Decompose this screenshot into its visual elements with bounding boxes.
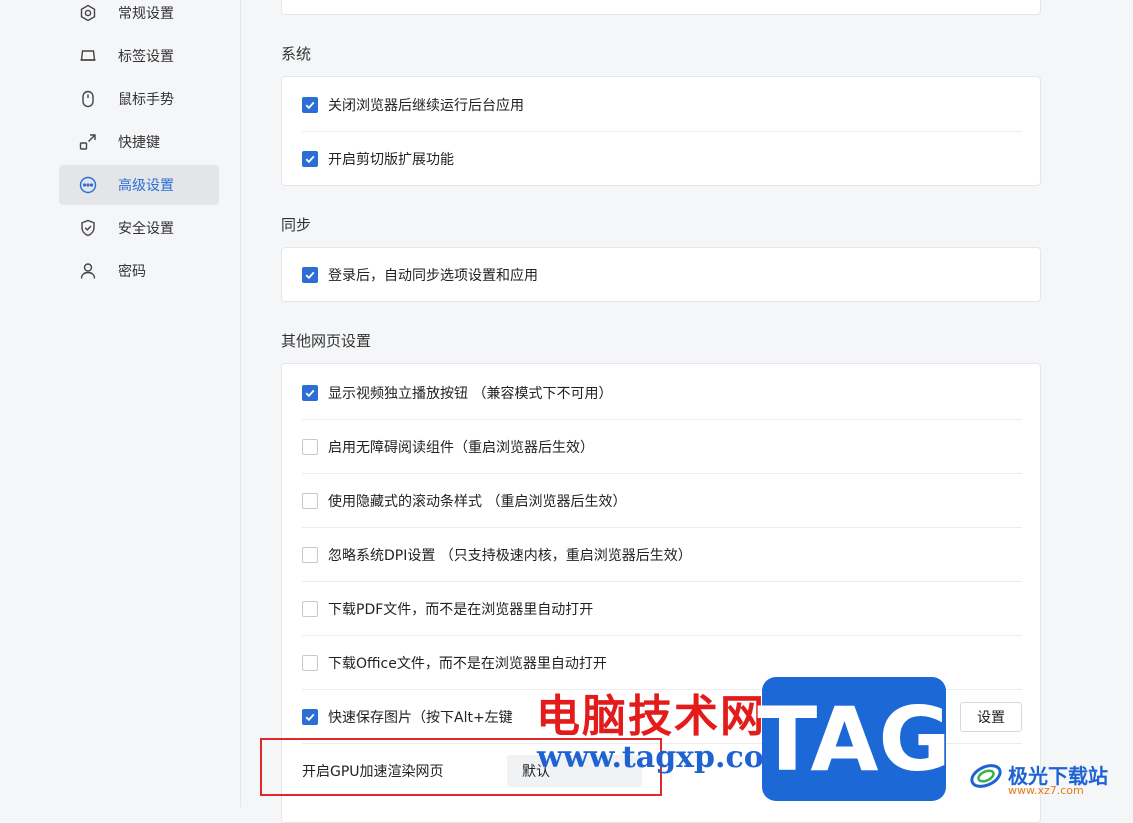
checkbox[interactable] <box>302 600 318 617</box>
aurora-logo-icon <box>970 764 1002 788</box>
sidebar-item-mouse-gesture[interactable]: 鼠标手势 <box>59 79 219 119</box>
setting-label: 忽略系统DPI设置 （只支持极速内核，重启浏览器后生效） <box>328 547 692 564</box>
checkbox[interactable] <box>302 384 318 401</box>
checkbox[interactable] <box>302 708 318 725</box>
setting-row[interactable]: 显示视频独立播放按钮 （兼容模式下不可用） <box>302 366 1022 420</box>
checkbox[interactable] <box>302 546 318 563</box>
sidebar: 常规设置 标签设置 鼠标手势 快捷键 高级设置 安全设置 密码 <box>0 0 241 807</box>
sidebar-item-label: 鼠标手势 <box>118 92 174 108</box>
sidebar-item-label: 常规设置 <box>118 6 174 22</box>
setting-row[interactable]: 下载PDF文件，而不是在浏览器里自动打开 <box>302 582 1022 636</box>
system-card: 关闭浏览器后继续运行后台应用 开启剪切版扩展功能 <box>281 76 1041 186</box>
setting-row[interactable]: 开启剪切版扩展功能 <box>302 132 1022 186</box>
setting-label: 下载Office文件，而不是在浏览器里自动打开 <box>328 655 607 672</box>
checkbox[interactable] <box>302 492 318 509</box>
setting-row[interactable]: 忽略系统DPI设置 （只支持极速内核，重启浏览器后生效） <box>302 528 1022 582</box>
sidebar-item-label: 高级设置 <box>118 178 174 194</box>
checkbox[interactable] <box>302 267 318 283</box>
watermark-tag-text: TAG <box>757 687 951 791</box>
setting-label: 关闭浏览器后继续运行后台应用 <box>328 97 524 114</box>
tab-icon <box>79 47 97 65</box>
sidebar-item-shortcuts[interactable]: 快捷键 <box>59 122 219 162</box>
section-title-other: 其他网页设置 <box>281 332 372 350</box>
setting-label: 启用无障碍阅读组件（重启浏览器后生效） <box>328 439 594 456</box>
sidebar-item-general[interactable]: 常规设置 <box>59 0 219 33</box>
watermark-title: 电脑技术网 <box>536 691 766 742</box>
checkbox[interactable] <box>302 654 318 671</box>
checkbox[interactable] <box>302 151 318 167</box>
check-icon <box>305 155 315 164</box>
more-icon <box>79 176 97 194</box>
sidebar-item-advanced[interactable]: 高级设置 <box>59 165 219 205</box>
setting-row[interactable]: 使用隐藏式的滚动条样式 （重启浏览器后生效） <box>302 474 1022 528</box>
checkbox[interactable] <box>302 96 318 113</box>
hexagon-settings-icon <box>79 4 97 22</box>
user-icon <box>79 262 97 280</box>
shield-icon <box>79 219 97 237</box>
sidebar-item-label: 安全设置 <box>118 221 174 237</box>
save-image-settings-button[interactable]: 设置 <box>960 702 1022 732</box>
gpu-label: 开启GPU加速渲染网页 <box>302 764 444 780</box>
section-title-system: 系统 <box>281 45 312 63</box>
setting-label: 使用隐藏式的滚动条样式 （重启浏览器后生效） <box>328 493 627 510</box>
mouse-icon <box>79 90 97 108</box>
check-icon <box>305 271 315 280</box>
setting-label: 快速保存图片（按下Alt+左键 <box>328 709 513 726</box>
setting-label: 登录后，自动同步选项设置和应用 <box>328 268 538 284</box>
shortcut-icon <box>79 133 97 151</box>
setting-row[interactable]: 关闭浏览器后继续运行后台应用 <box>302 78 1022 132</box>
setting-label: 显示视频独立播放按钮 （兼容模式下不可用） <box>328 385 613 402</box>
setting-row[interactable]: 登录后，自动同步选项设置和应用 <box>302 248 1022 302</box>
sidebar-item-label: 标签设置 <box>118 49 174 65</box>
sync-card: 登录后，自动同步选项设置和应用 <box>281 247 1041 302</box>
sidebar-item-label: 密码 <box>118 264 146 280</box>
sidebar-item-label: 快捷键 <box>118 135 160 151</box>
check-icon <box>305 101 315 109</box>
watermark-tag-logo: TAG <box>757 677 951 801</box>
previous-section-card <box>281 0 1041 15</box>
watermark-site-domain: www.xz7.com <box>1008 784 1084 797</box>
setting-row[interactable]: 启用无障碍阅读组件（重启浏览器后生效） <box>302 420 1022 474</box>
sidebar-item-tabs[interactable]: 标签设置 <box>59 36 219 76</box>
sidebar-item-password[interactable]: 密码 <box>59 251 219 291</box>
setting-label: 下载PDF文件，而不是在浏览器里自动打开 <box>328 601 594 618</box>
sidebar-item-security[interactable]: 安全设置 <box>59 208 219 248</box>
checkbox[interactable] <box>302 438 318 455</box>
setting-label: 开启剪切版扩展功能 <box>328 152 454 168</box>
check-icon <box>305 713 315 721</box>
section-title-sync: 同步 <box>281 216 312 234</box>
check-icon <box>305 389 315 397</box>
